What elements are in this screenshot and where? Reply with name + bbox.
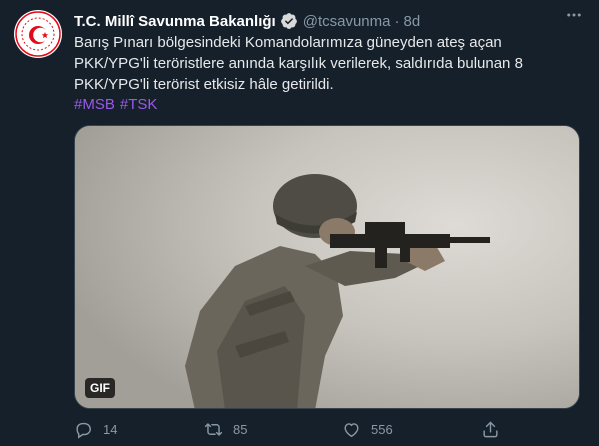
tweet[interactable]: T.C. Millî Savunma Bakanlığı @tcsavunma … xyxy=(0,0,599,446)
more-icon[interactable] xyxy=(563,4,585,26)
retweet-count: 85 xyxy=(233,422,248,437)
separator-dot: · xyxy=(394,12,400,30)
reply-icon xyxy=(76,422,91,439)
author-name[interactable]: T.C. Millî Savunma Bakanlığı xyxy=(74,13,276,30)
avatar[interactable] xyxy=(14,10,62,58)
hashtag-msb[interactable]: #MSB xyxy=(74,96,115,113)
tweet-header: T.C. Millî Savunma Bakanlığı @tcsavunma … xyxy=(74,10,585,32)
tweet-timestamp[interactable]: 8d xyxy=(403,13,420,30)
gif-badge: GIF xyxy=(85,378,115,398)
like-button[interactable]: 556 xyxy=(342,420,393,439)
author-handle[interactable]: @tcsavunma xyxy=(303,13,391,30)
verified-badge-icon xyxy=(280,13,297,29)
tweet-text: Barış Pınarı bölgesindeki Komandolarımız… xyxy=(74,34,523,93)
soldier-firing-rifle-image xyxy=(75,126,579,408)
msb-logo-icon xyxy=(15,11,61,57)
hashtag-list: #MSB #TSK xyxy=(74,95,162,115)
share-icon xyxy=(483,421,498,438)
reply-count: 14 xyxy=(103,422,118,437)
reply-button[interactable]: 14 xyxy=(74,420,117,439)
retweet-icon xyxy=(204,423,223,436)
like-count: 556 xyxy=(371,422,393,437)
retweet-button[interactable]: 85 xyxy=(204,420,247,439)
tweet-media-gif[interactable]: GIF xyxy=(74,125,580,409)
hashtag-tsk[interactable]: #TSK xyxy=(120,96,158,113)
like-icon xyxy=(344,423,359,437)
share-button[interactable] xyxy=(481,420,500,439)
tweet-actions: 14 85 556 xyxy=(74,420,514,444)
